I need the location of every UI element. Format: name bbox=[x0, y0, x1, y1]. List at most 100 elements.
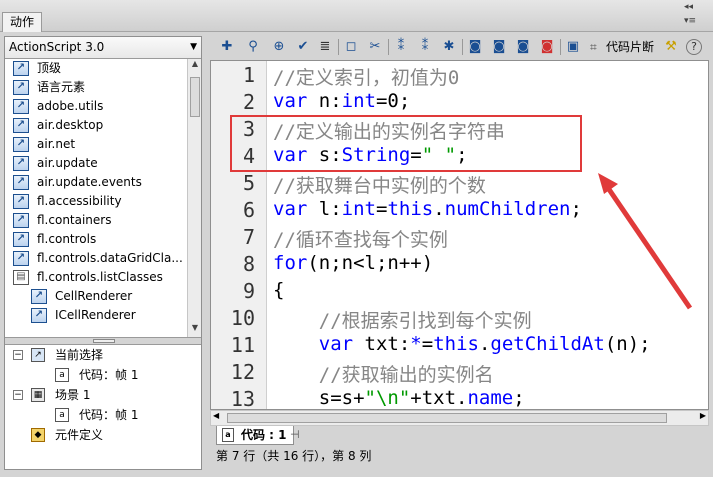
book-icon: ↗ bbox=[31, 308, 47, 323]
library-item[interactable]: ↗ air.desktop bbox=[5, 116, 187, 135]
library-scrollbar[interactable]: ▲ ▼ bbox=[187, 59, 201, 337]
library-item[interactable]: ↗ fl.controls bbox=[5, 230, 187, 249]
library-item-label: fl.controls bbox=[37, 232, 97, 246]
scroll-left-icon[interactable]: ◀ bbox=[213, 411, 219, 420]
frame-script-icon: a bbox=[55, 368, 69, 382]
scroll-down-icon[interactable]: ▼ bbox=[189, 323, 201, 337]
tree-item-current-frame[interactable]: a 代码：帧 1 bbox=[5, 365, 201, 385]
book-icon: ↗ bbox=[13, 251, 29, 266]
tree-label: 代码：帧 1 bbox=[79, 368, 139, 382]
frame-script-icon: a bbox=[222, 428, 234, 442]
library-item[interactable]: ↗ air.update bbox=[5, 154, 187, 173]
panel-menu-icon[interactable]: ▾≡ bbox=[684, 16, 696, 26]
code-token: n: bbox=[307, 90, 342, 112]
code-token: l: bbox=[307, 198, 342, 220]
book-icon: ↗ bbox=[13, 137, 29, 152]
collapse-braces-icon[interactable]: ⁑ bbox=[392, 38, 410, 56]
code-line[interactable]: //定义索引，初值为0 bbox=[273, 63, 459, 90]
target-path-icon[interactable]: ⊕ bbox=[270, 38, 288, 56]
tree-item-symbol-definitions[interactable]: ◆ 元件定义 bbox=[5, 425, 201, 445]
code-hint-icon[interactable]: ◻ bbox=[342, 38, 360, 56]
code-line[interactable]: //获取舞台中实例的个数 bbox=[273, 171, 486, 198]
collapse-selection-icon[interactable]: ⁑ bbox=[416, 38, 434, 56]
find-icon[interactable]: ⚲ bbox=[244, 38, 262, 56]
scroll-right-icon[interactable]: ▶ bbox=[700, 411, 706, 420]
magic-wand-icon[interactable]: ⚒ bbox=[662, 38, 680, 56]
line-number: 9 bbox=[242, 279, 255, 303]
library-item[interactable]: ▤ fl.controls.listClasses bbox=[5, 268, 187, 287]
book-icon: ↗ bbox=[13, 99, 29, 114]
debug-options-icon[interactable]: ✂ bbox=[366, 38, 384, 56]
code-token: var bbox=[318, 333, 354, 355]
code-line[interactable]: s=s+"\n"+txt.name; bbox=[273, 387, 525, 409]
line-number-gutter: 1 2 3 4 5 6 7 8 9 10 11 12 13 bbox=[211, 61, 267, 409]
book-icon: ↗ bbox=[13, 156, 29, 171]
code-line[interactable]: var l:int=this.numChildren; bbox=[273, 198, 582, 220]
library-item[interactable]: ↗ 语言元素 bbox=[5, 78, 187, 97]
code-line[interactable]: { bbox=[273, 279, 284, 301]
code-line[interactable]: var n:int=0; bbox=[273, 90, 410, 112]
check-syntax-icon[interactable]: ✔ bbox=[294, 38, 312, 56]
code-line[interactable]: for(n;n<l;n++) bbox=[273, 252, 433, 274]
code-token: * bbox=[410, 333, 422, 355]
snippets-icon: ⌗ bbox=[590, 40, 597, 54]
library-item[interactable]: ↗ air.update.events bbox=[5, 173, 187, 192]
tree-item-scene[interactable]: − ▦ 场景 1 bbox=[5, 385, 201, 405]
code-line[interactable]: //根据索引找到每个实例 bbox=[273, 306, 532, 333]
line-number: 11 bbox=[230, 333, 255, 357]
scroll-thumb[interactable] bbox=[190, 77, 200, 117]
auto-format-icon[interactable]: ≣ bbox=[316, 38, 334, 56]
tab-actions[interactable]: 动作 bbox=[2, 12, 42, 32]
code-line[interactable]: //循环查找每个实例 bbox=[273, 225, 448, 252]
collapse-toggle-icon[interactable]: − bbox=[13, 350, 23, 360]
scroll-up-icon[interactable]: ▲ bbox=[189, 59, 201, 73]
library-item-label: air.update.events bbox=[37, 175, 142, 189]
code-token: "\n" bbox=[364, 387, 411, 409]
collapse-icon[interactable]: ◂◂ bbox=[684, 2, 693, 12]
book-icon: ↗ bbox=[13, 175, 29, 190]
library-item[interactable]: ↗ air.net bbox=[5, 135, 187, 154]
help-icon[interactable]: ? bbox=[686, 39, 702, 55]
scene-icon: ▦ bbox=[31, 388, 45, 402]
tab-code-1[interactable]: a 代码 : 1 bbox=[216, 426, 294, 445]
language-select-value: ActionScript 3.0 bbox=[9, 40, 105, 54]
book-icon: ↗ bbox=[13, 232, 29, 247]
code-token: s=s+ bbox=[273, 387, 365, 409]
pane-splitter[interactable] bbox=[5, 337, 201, 345]
editor-horizontal-scrollbar[interactable]: ◀ ▶ bbox=[210, 410, 709, 426]
library-item[interactable]: ↗ 顶级 bbox=[5, 59, 187, 78]
scroll-thumb[interactable] bbox=[227, 413, 667, 423]
expand-all-icon[interactable]: ✱ bbox=[440, 38, 458, 56]
show-toolbox-icon[interactable]: ▣ bbox=[564, 38, 582, 56]
show-toolbox-icon[interactable] bbox=[534, 38, 552, 56]
library-item[interactable]: ↗ fl.accessibility bbox=[5, 192, 187, 211]
code-line[interactable]: //获取输出的实例名 bbox=[273, 360, 494, 387]
library-item-label: ICellRenderer bbox=[55, 308, 136, 322]
add-statement-icon[interactable]: ✚ bbox=[218, 38, 236, 56]
splitter-grip[interactable] bbox=[93, 339, 115, 343]
library-item[interactable]: ↗ fl.controls.dataGridCla... bbox=[5, 249, 187, 268]
tree-item-current-selection[interactable]: − ↗ 当前选择 bbox=[5, 345, 201, 365]
library-item[interactable]: ↗ CellRenderer bbox=[5, 287, 187, 306]
code-editor[interactable]: 1 2 3 4 5 6 7 8 9 10 11 12 13 //定义索引，初值为0 var n:int=0… bbox=[210, 60, 709, 410]
library-item[interactable]: ↗ fl.containers bbox=[5, 211, 187, 230]
line-number: 10 bbox=[230, 306, 255, 330]
library-item[interactable]: ↗ adobe.utils bbox=[5, 97, 187, 116]
code-line[interactable]: var txt:*=this.getChildAt(n); bbox=[273, 333, 651, 355]
book-icon: ↗ bbox=[13, 118, 29, 133]
remove-comment-icon[interactable]: ◙ bbox=[514, 38, 532, 56]
code-token: (n); bbox=[604, 333, 651, 355]
line-number: 5 bbox=[242, 171, 255, 195]
code-token: . bbox=[478, 333, 491, 355]
status-bar: 第 7 行（共 16 行），第 8 列 bbox=[216, 449, 372, 463]
block-comment-icon[interactable]: ◙ bbox=[466, 38, 484, 56]
code-token: for bbox=[273, 252, 308, 274]
collapse-toggle-icon[interactable]: − bbox=[13, 390, 23, 400]
library-item[interactable]: ↗ ICellRenderer bbox=[5, 306, 187, 325]
line-comment-icon[interactable]: ◙ bbox=[490, 38, 508, 56]
tree-item-scene-frame[interactable]: a 代码：帧 1 bbox=[5, 405, 201, 425]
pin-script-icon[interactable]: ⊣ bbox=[290, 428, 300, 441]
language-select[interactable]: ActionScript 3.0 ▼ bbox=[5, 37, 201, 59]
code-token: name bbox=[467, 387, 514, 409]
code-token: var bbox=[273, 90, 308, 112]
